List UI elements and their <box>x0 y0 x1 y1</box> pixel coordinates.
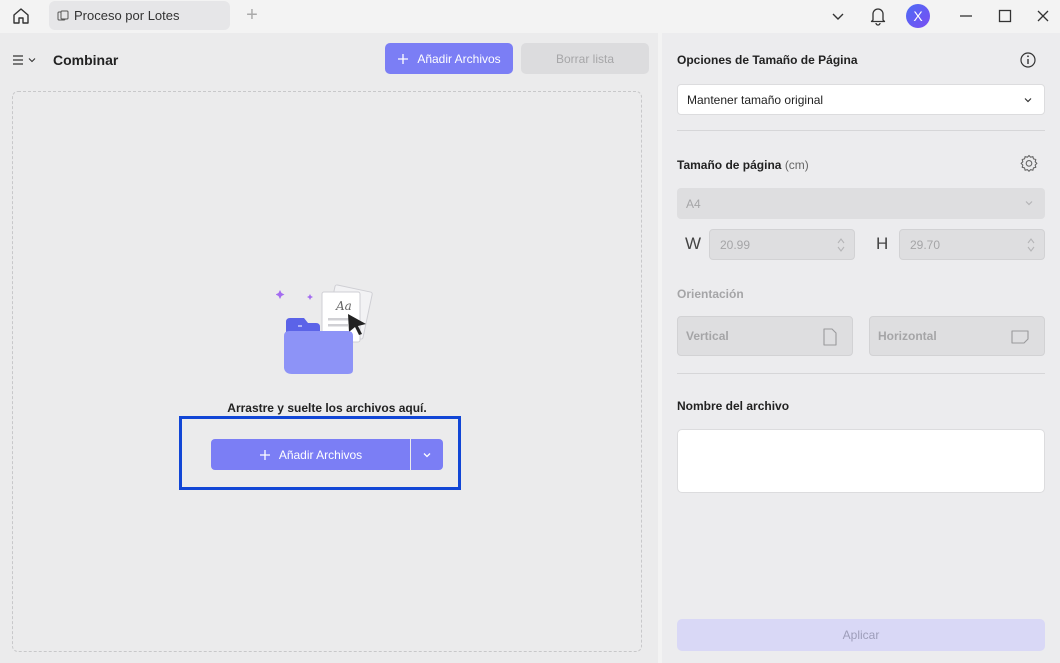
portrait-page-icon <box>823 328 837 346</box>
horizontal-label: Horizontal <box>878 329 937 343</box>
tab-label: Proceso por Lotes <box>74 8 180 23</box>
landscape-page-icon <box>1011 330 1029 344</box>
size-mode-value: Mantener tamaño original <box>687 92 824 107</box>
page-size-options-title: Opciones de Tamaño de Página <box>677 53 858 67</box>
combine-panel: Combinar Añadir Archivos Borrar lista Aa… <box>0 33 658 663</box>
bell-icon[interactable] <box>868 6 888 26</box>
minimize-icon[interactable] <box>956 6 976 26</box>
divider <box>677 373 1045 374</box>
size-mode-select[interactable]: Mantener tamaño original <box>677 84 1045 115</box>
width-value: 20.99 <box>720 237 751 252</box>
paper-size-value: A4 <box>686 196 701 211</box>
drop-instruction: Arrastre y suelte los archivos aquí. <box>227 401 427 415</box>
height-input[interactable]: 29.70 <box>899 229 1045 260</box>
info-icon[interactable] <box>1019 51 1037 69</box>
page-size-label: Tamaño de página <box>677 158 782 172</box>
menu-button[interactable] <box>12 51 40 69</box>
options-panel: Opciones de Tamaño de Página Mantener ta… <box>662 33 1060 663</box>
chevron-down-icon <box>1025 201 1033 206</box>
add-files-main-button[interactable]: Añadir Archivos <box>211 439 410 470</box>
hamburger-icon <box>13 55 23 65</box>
svg-text:Aa: Aa <box>335 299 352 313</box>
tab-proceso-por-lotes[interactable]: Proceso por Lotes <box>49 1 230 30</box>
avatar[interactable]: X <box>906 4 930 28</box>
plus-icon <box>398 53 409 64</box>
height-label: H <box>876 234 889 253</box>
apply-label: Aplicar <box>842 628 880 642</box>
page-size-unit: (cm) <box>784 158 809 172</box>
tab-doc-icon <box>57 10 69 22</box>
add-files-dropdown-button[interactable] <box>411 439 443 470</box>
spinner-icon[interactable] <box>1026 235 1036 255</box>
apply-button[interactable]: Aplicar <box>677 619 1045 651</box>
chevron-down-icon <box>28 58 36 63</box>
width-input[interactable]: 20.99 <box>709 229 855 260</box>
divider <box>677 130 1045 131</box>
home-icon[interactable] <box>10 6 32 26</box>
paper-size-select[interactable]: A4 <box>677 188 1045 219</box>
chevron-down-icon[interactable] <box>828 6 848 26</box>
clear-list-button[interactable]: Borrar lista <box>521 43 649 74</box>
page-title: Combinar <box>53 52 119 68</box>
maximize-icon[interactable] <box>995 6 1015 26</box>
plus-icon <box>259 449 270 460</box>
chevron-down-icon <box>1024 98 1032 103</box>
add-files-button[interactable]: Añadir Archivos <box>385 43 513 74</box>
clear-list-label: Borrar lista <box>555 51 614 66</box>
filename-label: Nombre del archivo <box>677 399 790 413</box>
orientation-horizontal-button[interactable]: Horizontal <box>869 316 1045 356</box>
page-size-heading: Tamaño de página (cm) <box>677 158 809 172</box>
orientation-label: Orientación <box>677 287 744 301</box>
add-files-main-label: Añadir Archivos <box>278 447 363 462</box>
add-files-label: Añadir Archivos <box>417 51 501 66</box>
close-icon[interactable] <box>1033 6 1053 26</box>
files-folder-illustration: Aa <box>276 284 373 374</box>
gear-icon[interactable] <box>1019 154 1039 174</box>
vertical-label: Vertical <box>686 329 729 343</box>
orientation-vertical-button[interactable]: Vertical <box>677 316 853 356</box>
plus-icon[interactable]: + <box>243 5 261 25</box>
title-bar: Proceso por Lotes + X <box>0 0 1060 33</box>
spinner-icon[interactable] <box>836 235 846 255</box>
chevron-down-icon <box>423 452 431 457</box>
height-value: 29.70 <box>910 237 941 252</box>
width-label: W <box>685 234 702 253</box>
filename-input[interactable] <box>677 429 1045 493</box>
avatar-letter: X <box>913 8 923 24</box>
